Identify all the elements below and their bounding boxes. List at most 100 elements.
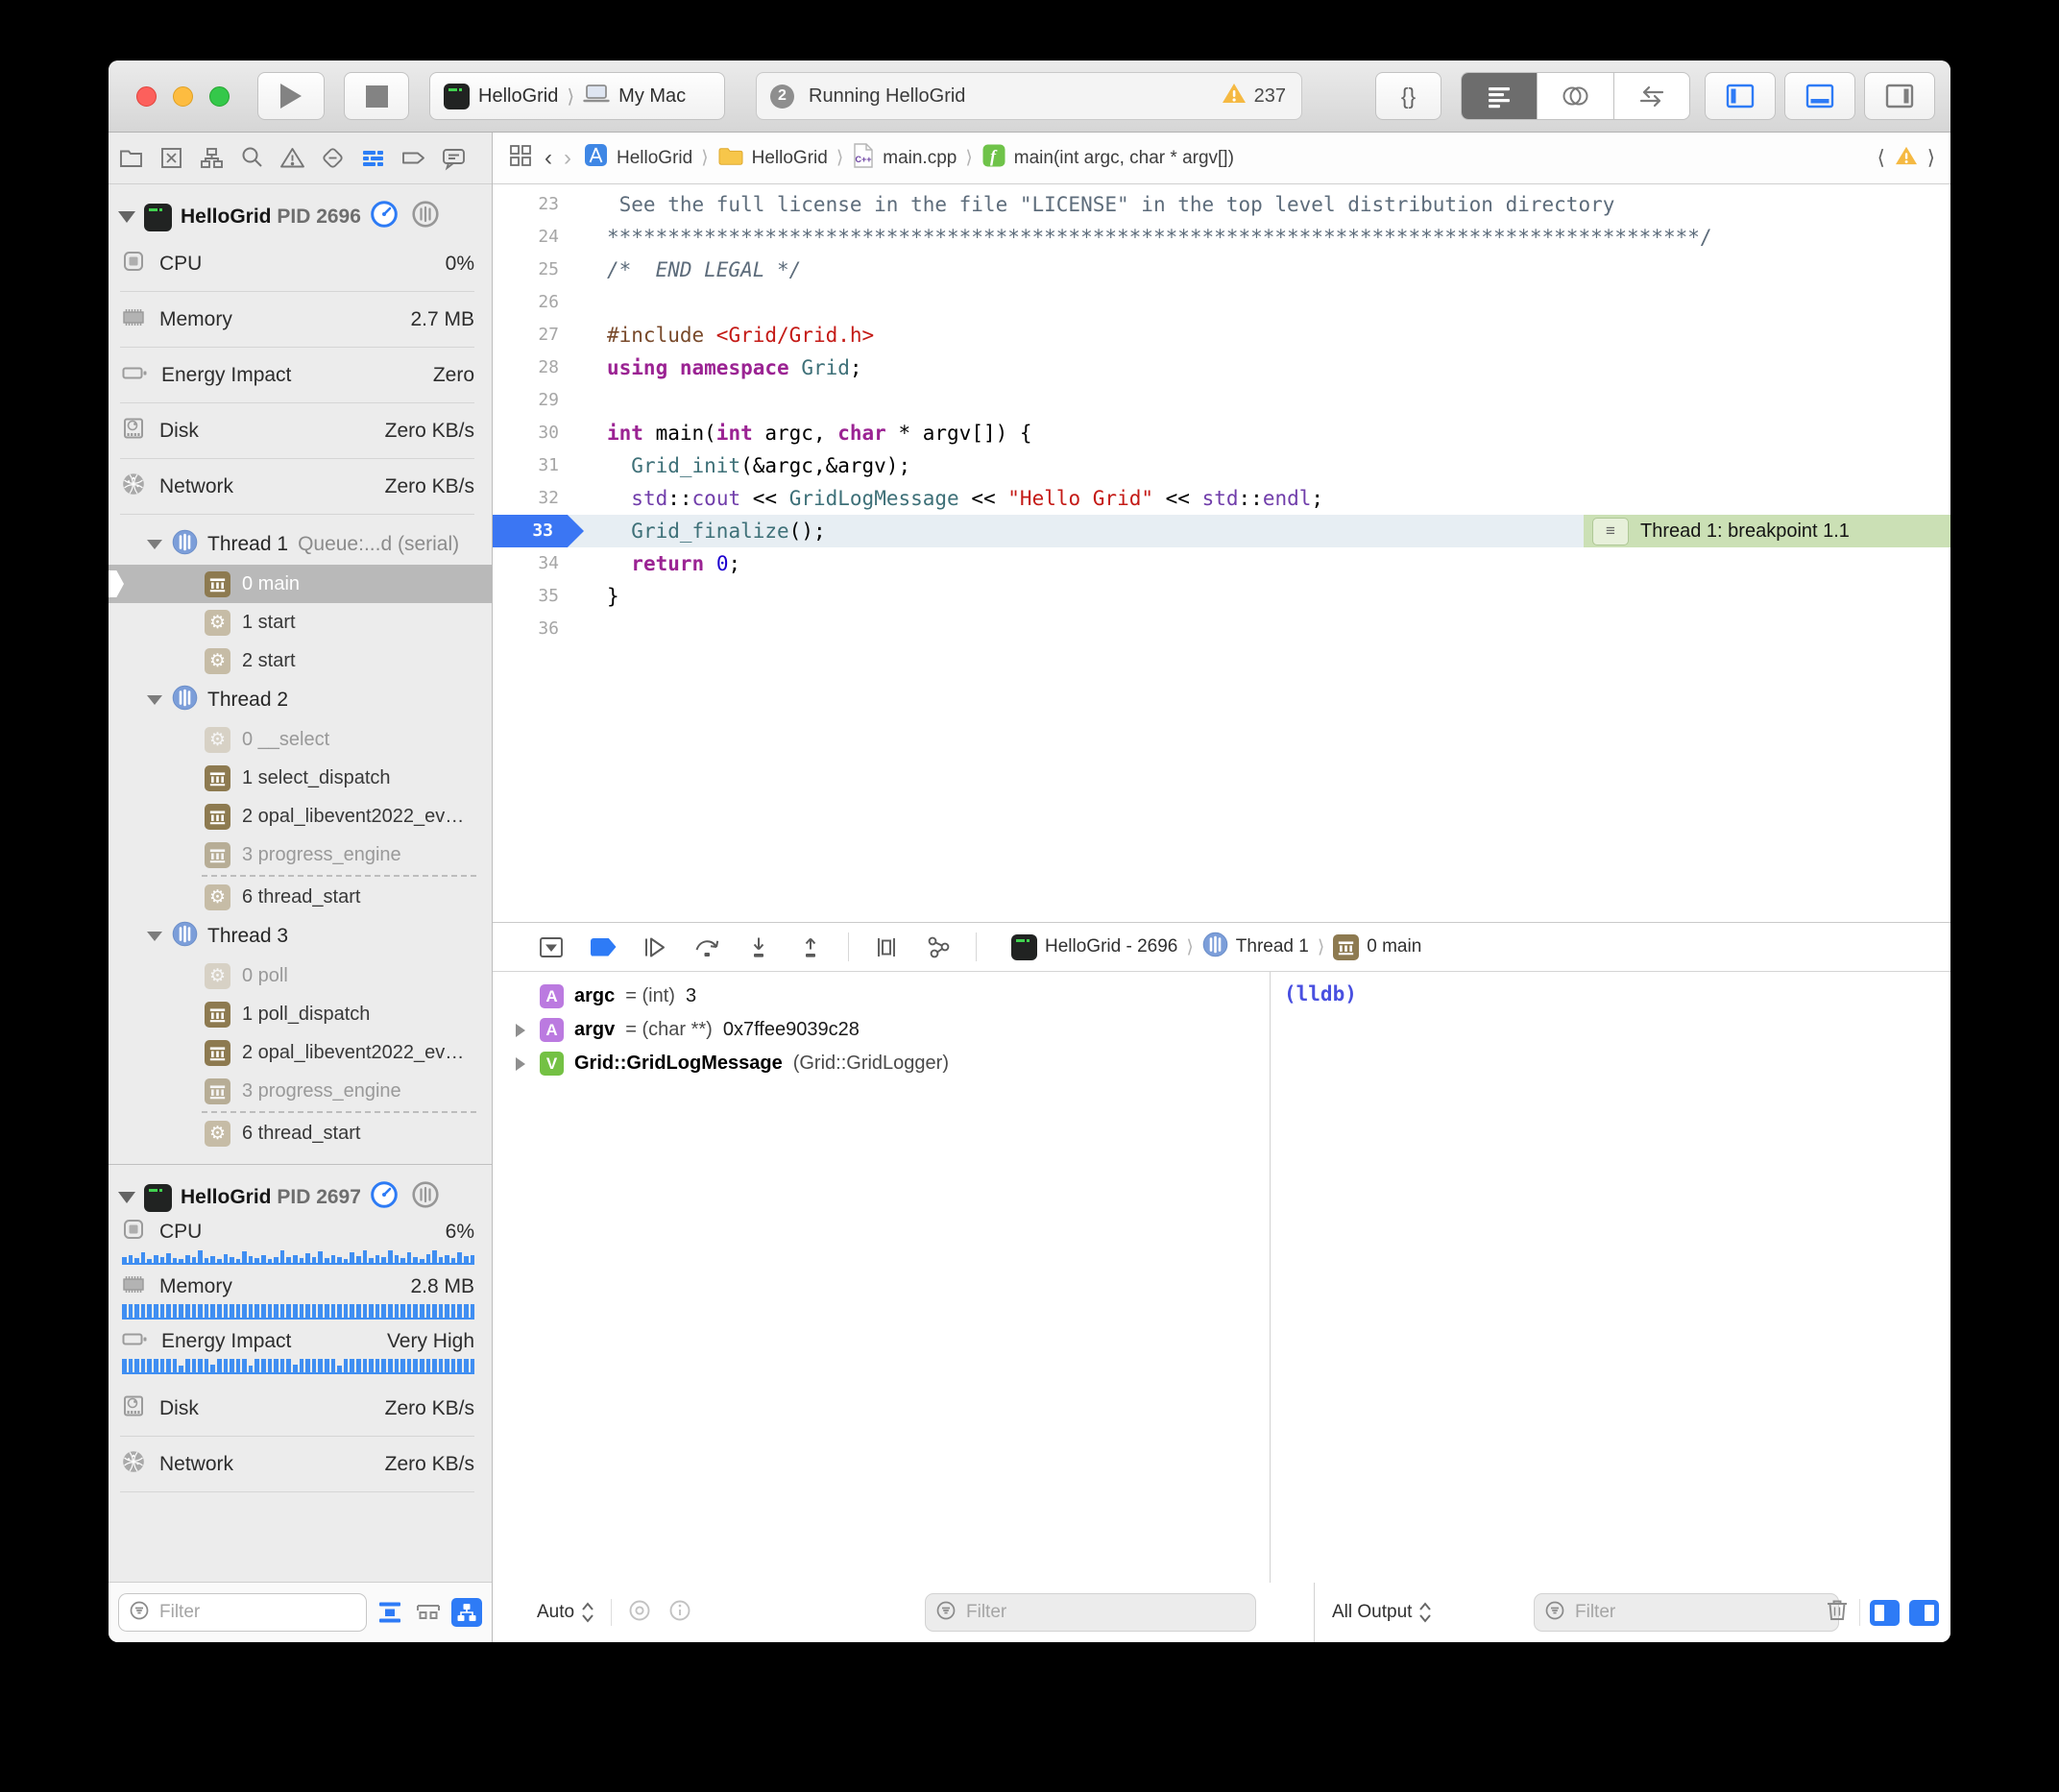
line-number[interactable]: 27 bbox=[493, 319, 584, 351]
stack-frame-row[interactable]: 3 progress_engine bbox=[109, 835, 492, 874]
sidebar-filter-field[interactable] bbox=[118, 1593, 367, 1632]
code-line-27[interactable]: 27#include <Grid/Grid.h> bbox=[493, 319, 1950, 351]
symbol-navigator-icon[interactable] bbox=[198, 145, 225, 172]
watchpoint-icon[interactable] bbox=[627, 1598, 652, 1628]
breakpoint-indicator[interactable]: 33 bbox=[493, 515, 584, 547]
gauges-button[interactable] bbox=[370, 200, 399, 234]
process-header[interactable]: HelloGrid PID 2696 bbox=[109, 198, 492, 236]
view-process-by-thread-button[interactable] bbox=[451, 1598, 482, 1627]
line-number[interactable]: 23 bbox=[493, 188, 584, 221]
thread-row[interactable]: Thread 2 bbox=[109, 680, 492, 720]
debug-breadcrumb-item[interactable]: HelloGrid - 2696 bbox=[1011, 934, 1177, 960]
gauge-row-memory[interactable]: Memory2.8 MB bbox=[120, 1271, 474, 1302]
stack-frame-row[interactable]: 3 progress_engine bbox=[109, 1072, 492, 1110]
code-line-34[interactable]: 34 return 0; bbox=[493, 547, 1950, 580]
thread-row[interactable]: Thread 1Queue:...d (serial) bbox=[109, 524, 492, 565]
disclosure-triangle-icon[interactable] bbox=[118, 211, 135, 223]
standard-editor-button[interactable] bbox=[1462, 73, 1538, 119]
variable-row[interactable]: VGrid::GridLogMessage(Grid::GridLogger) bbox=[493, 1047, 1270, 1080]
console-filter-input[interactable] bbox=[1573, 1601, 1829, 1624]
code-line-30[interactable]: 30int main(int argc, char * argv[]) { bbox=[493, 417, 1950, 449]
debug-breadcrumb-item[interactable]: 0 main bbox=[1333, 934, 1421, 960]
hide-debug-area-button[interactable] bbox=[537, 934, 566, 959]
previous-issue-button[interactable]: ⟨ bbox=[1877, 146, 1885, 170]
breakpoints-toggle-button[interactable] bbox=[589, 934, 618, 959]
step-into-button[interactable] bbox=[744, 934, 773, 959]
console-output-selector[interactable]: All Output bbox=[1332, 1601, 1433, 1624]
debug-memory-graph-button[interactable] bbox=[924, 934, 953, 959]
stack-frame-row[interactable]: 1 poll_dispatch bbox=[109, 995, 492, 1033]
thread-row[interactable]: Thread 3 bbox=[109, 916, 492, 957]
gauges-button[interactable] bbox=[370, 1180, 399, 1215]
code-line-26[interactable]: 26 bbox=[493, 286, 1950, 319]
filter-stack-frames-button[interactable] bbox=[375, 1598, 405, 1627]
disclosure-triangle-icon[interactable] bbox=[147, 932, 162, 941]
code-line-36[interactable]: 36 bbox=[493, 613, 1950, 645]
stack-frame-row[interactable]: ⚙1 start bbox=[109, 603, 492, 642]
line-number[interactable]: 29 bbox=[493, 384, 584, 417]
forward-button[interactable]: › bbox=[564, 145, 571, 172]
code-line-23[interactable]: 23 See the full license in the file "LIC… bbox=[493, 188, 1950, 221]
stop-button[interactable] bbox=[344, 72, 409, 120]
debug-navigator-icon[interactable] bbox=[359, 145, 386, 172]
threads-button[interactable] bbox=[411, 1180, 440, 1215]
line-number[interactable]: 35 bbox=[493, 580, 584, 613]
gauge-row-memory[interactable]: Memory2.7 MB bbox=[120, 292, 474, 348]
disclosure-triangle-icon[interactable] bbox=[118, 1192, 135, 1203]
version-editor-button[interactable] bbox=[1614, 73, 1689, 119]
show-console-view-button[interactable] bbox=[1909, 1600, 1939, 1626]
variables-filter-input[interactable] bbox=[964, 1601, 1246, 1624]
next-issue-button[interactable]: ⟩ bbox=[1927, 146, 1935, 170]
line-number[interactable]: 31 bbox=[493, 449, 584, 482]
breadcrumb-item[interactable]: fmain(int argc, char * argv[]) bbox=[981, 143, 1234, 174]
console-view[interactable]: (lldb) bbox=[1270, 972, 1950, 1583]
breakpoint-navigator-icon[interactable] bbox=[319, 145, 346, 172]
related-items-icon[interactable] bbox=[508, 143, 533, 174]
line-number[interactable]: 26 bbox=[493, 286, 584, 319]
stack-frame-row[interactable]: 0 main bbox=[109, 565, 492, 603]
console-filter-field[interactable] bbox=[1534, 1593, 1839, 1632]
minimize-button[interactable] bbox=[173, 86, 193, 107]
stack-frame-row[interactable]: ⚙0 __select bbox=[109, 720, 492, 759]
step-out-button[interactable] bbox=[796, 934, 825, 959]
breadcrumb-item[interactable]: HelloGrid bbox=[583, 142, 692, 174]
line-number[interactable]: 28 bbox=[493, 351, 584, 384]
issue-warning-icon[interactable] bbox=[1895, 145, 1918, 172]
close-button[interactable] bbox=[136, 86, 157, 107]
code-line-31[interactable]: 31 Grid_init(&argc,&argv); bbox=[493, 449, 1950, 482]
disclosure-triangle-icon[interactable] bbox=[516, 1024, 529, 1037]
step-over-button[interactable] bbox=[692, 934, 721, 959]
debug-area-panel-toggle[interactable] bbox=[1784, 72, 1855, 120]
variable-row[interactable]: Aargv= (char **)0x7ffee9039c28 bbox=[493, 1013, 1270, 1047]
stack-frame-row[interactable]: 2 opal_libevent2022_ev… bbox=[109, 797, 492, 835]
disclosure-triangle-icon[interactable] bbox=[147, 695, 162, 705]
gauge-row-disk[interactable]: DiskZero KB/s bbox=[120, 403, 474, 459]
debug-view-hierarchy-button[interactable] bbox=[872, 934, 901, 959]
code-line-32[interactable]: 32 std::cout << GridLogMessage << "Hello… bbox=[493, 482, 1950, 515]
gauge-row-cpu[interactable]: CPU0% bbox=[120, 236, 474, 292]
breadcrumb-item[interactable]: HelloGrid bbox=[717, 144, 828, 173]
line-number[interactable]: 25 bbox=[493, 254, 584, 286]
code-line-29[interactable]: 29 bbox=[493, 384, 1950, 417]
disclosure-triangle-icon[interactable] bbox=[147, 540, 162, 549]
continue-button[interactable] bbox=[641, 934, 669, 959]
inspector-panel-toggle[interactable] bbox=[1864, 72, 1935, 120]
line-number[interactable]: 36 bbox=[493, 613, 584, 645]
threads-button[interactable] bbox=[411, 200, 440, 234]
report-navigator-icon[interactable] bbox=[440, 145, 467, 172]
show-variables-view-button[interactable] bbox=[1870, 1600, 1900, 1626]
code-line-35[interactable]: 35} bbox=[493, 580, 1950, 613]
view-process-by-queue-button[interactable] bbox=[413, 1598, 444, 1627]
clear-console-button[interactable] bbox=[1825, 1597, 1850, 1628]
assistant-editor-button[interactable] bbox=[1538, 73, 1613, 119]
variables-scope-selector[interactable]: Auto bbox=[537, 1601, 595, 1624]
gauge-row-network[interactable]: NetworkZero KB/s bbox=[120, 459, 474, 515]
variables-view[interactable]: Aargc= (int)3Aargv= (char **)0x7ffee9039… bbox=[493, 972, 1270, 1583]
project-navigator-icon[interactable] bbox=[117, 145, 144, 172]
source-editor[interactable]: 23 See the full license in the file "LIC… bbox=[493, 184, 1950, 922]
gauge-row-network[interactable]: NetworkZero KB/s bbox=[120, 1437, 474, 1492]
gauge-row-disk[interactable]: DiskZero KB/s bbox=[120, 1381, 474, 1437]
scheme-selector[interactable]: HelloGrid ⟩ My Mac bbox=[429, 72, 725, 120]
tag-navigator-icon[interactable] bbox=[400, 145, 426, 172]
gauge-row-energy[interactable]: Energy ImpactZero bbox=[120, 348, 474, 403]
